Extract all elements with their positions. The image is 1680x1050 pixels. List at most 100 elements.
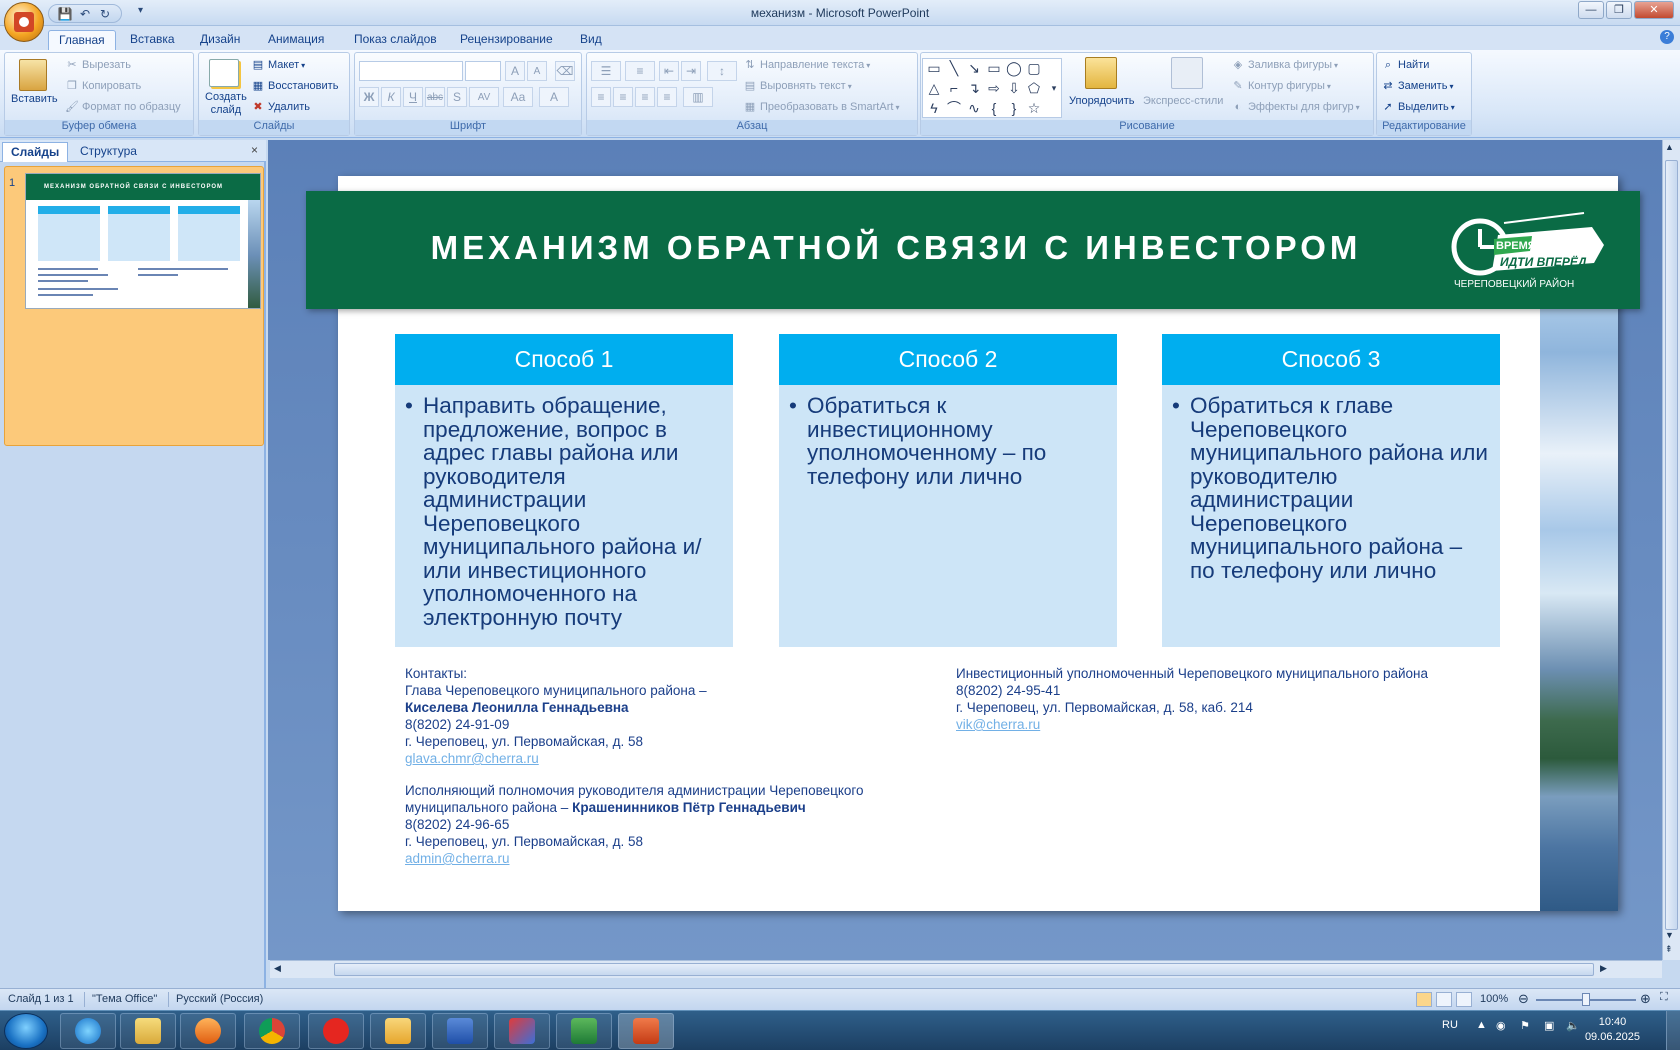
contacts-right[interactable]: Инвестиционный уполномоченный Череповецк…: [956, 665, 1476, 733]
chrome-taskbar-icon[interactable]: [244, 1013, 300, 1049]
arc-shape-icon[interactable]: ⌒: [945, 99, 963, 117]
tab-animation[interactable]: Анимация: [258, 30, 334, 50]
curve-shape-icon[interactable]: ∿: [965, 99, 983, 117]
shadow-button[interactable]: S: [447, 87, 467, 107]
line-spacing-icon[interactable]: ↕: [707, 61, 737, 81]
show-desktop-button[interactable]: [1666, 1011, 1680, 1050]
contacts-left[interactable]: Контакты: Глава Череповецкого муниципаль…: [405, 665, 925, 867]
help-icon[interactable]: ?: [1660, 30, 1674, 44]
tab-design[interactable]: Дизайн: [190, 30, 250, 50]
language[interactable]: Русский (Россия): [176, 993, 263, 1005]
shapes-gallery[interactable]: ▭ ╲ ↘ ▭ ◯ ▢ △ ⌐ ↴ ⇨ ⇩ ⬠ ϟ ⌒ ∿ { } ☆ ▾: [922, 58, 1062, 118]
italic-button[interactable]: К: [381, 87, 401, 107]
new-slide-button[interactable]: Создать слайд: [205, 91, 247, 117]
scroll-up-icon[interactable]: ▲: [1665, 142, 1674, 152]
vertical-scroll-thumb[interactable]: [1665, 160, 1678, 930]
decrease-indent-icon[interactable]: ⇤: [659, 61, 679, 81]
zoom-slider-knob[interactable]: [1582, 993, 1590, 1006]
font-name-combo[interactable]: [359, 61, 463, 81]
network-tray-icon[interactable]: ◉: [1496, 1019, 1506, 1032]
select-button[interactable]: ➚ Выделить ▾: [1381, 101, 1454, 113]
increase-indent-icon[interactable]: ⇥: [681, 61, 701, 81]
close-button[interactable]: ✕: [1634, 1, 1674, 19]
fit-to-window-icon[interactable]: ⛶: [1660, 991, 1668, 1004]
delete-slide-button[interactable]: ✖ Удалить: [251, 101, 310, 113]
arrange-button[interactable]: Упорядочить: [1069, 95, 1134, 107]
excel-taskbar-icon[interactable]: [556, 1013, 612, 1049]
horizontal-scroll-thumb[interactable]: [334, 963, 1594, 976]
quick-styles-button[interactable]: Экспресс-стили: [1143, 95, 1223, 107]
media-player-taskbar-icon[interactable]: [180, 1013, 236, 1049]
reset-button[interactable]: ▦ Восстановить: [251, 80, 339, 92]
shrink-font-button[interactable]: A: [527, 61, 547, 81]
underline-button[interactable]: Ч: [403, 87, 423, 107]
start-button[interactable]: [4, 1013, 48, 1049]
right-arrow-shape-icon[interactable]: ⇨: [985, 79, 1003, 97]
method-column-2[interactable]: Способ 2 Обратиться к инвестиционному уп…: [779, 334, 1117, 647]
slideshow-view-icon[interactable]: [1456, 992, 1472, 1007]
word-taskbar-icon[interactable]: [432, 1013, 488, 1049]
normal-view-icon[interactable]: [1416, 992, 1432, 1007]
zoom-out-icon[interactable]: ⊖: [1518, 991, 1529, 1007]
line-shape-icon[interactable]: ╲: [945, 59, 963, 77]
bullets-icon[interactable]: ☰: [591, 61, 621, 81]
numbering-icon[interactable]: ≡: [625, 61, 655, 81]
language-indicator[interactable]: RU: [1442, 1019, 1458, 1031]
down-arrow-shape-icon[interactable]: ⇩: [1005, 79, 1023, 97]
method-column-1[interactable]: Способ 1 Направить обращение, предложени…: [395, 334, 733, 647]
head-email-link[interactable]: glava.chmr@cherra.ru: [405, 750, 925, 767]
oval-shape-icon[interactable]: ◯: [1005, 59, 1023, 77]
tab-view[interactable]: Вид: [570, 30, 612, 50]
slide-sorter-icon[interactable]: [1436, 992, 1452, 1007]
office-button[interactable]: [4, 2, 44, 42]
change-case-button[interactable]: Aa: [503, 87, 533, 107]
right-brace-icon[interactable]: }: [1005, 99, 1023, 117]
find-button[interactable]: ⌕ Найти: [1381, 59, 1429, 71]
monitor-tray-icon[interactable]: ▣: [1544, 1019, 1554, 1032]
strikethrough-button[interactable]: abc: [425, 87, 445, 107]
columns-icon[interactable]: ▥: [683, 87, 713, 107]
align-left-icon[interactable]: ≡: [591, 87, 611, 107]
textbox-shape-icon[interactable]: ▭: [925, 59, 943, 77]
volume-tray-icon[interactable]: 🔈: [1566, 1019, 1580, 1032]
cut-button[interactable]: ✂ Вырезать: [65, 59, 131, 71]
horizontal-scrollbar[interactable]: ◀ ▶: [270, 960, 1662, 978]
tab-slides-pane[interactable]: Слайды: [2, 142, 69, 162]
close-icon[interactable]: ×: [251, 143, 258, 157]
align-text-button[interactable]: ▤ Выровнять текст ▾: [743, 80, 852, 92]
shape-effects-button[interactable]: ◐ Эффекты для фигур ▾: [1231, 101, 1360, 113]
flag-tray-icon[interactable]: ⚑: [1520, 1019, 1530, 1032]
copy-button[interactable]: ❐ Копировать: [65, 80, 141, 92]
minimize-button[interactable]: —: [1578, 1, 1604, 19]
paste-button[interactable]: Вставить: [11, 93, 58, 105]
align-right-icon[interactable]: ≡: [635, 87, 655, 107]
restore-button[interactable]: ❐: [1606, 1, 1632, 19]
ie-taskbar-icon[interactable]: [60, 1013, 116, 1049]
anydesk-taskbar-icon[interactable]: [494, 1013, 550, 1049]
shape-outline-button[interactable]: ✎ Контур фигуры ▾: [1231, 80, 1331, 92]
scroll-left-icon[interactable]: ◀: [274, 963, 281, 974]
method-column-3[interactable]: Способ 3 Обратиться к главе Череповецког…: [1162, 334, 1500, 647]
admin-email-link[interactable]: admin@cherra.ru: [405, 850, 925, 867]
layout-button[interactable]: ▤ Макет ▾: [251, 59, 305, 71]
outlook-taskbar-icon[interactable]: [370, 1013, 426, 1049]
replace-button[interactable]: ⇄ Заменить ▾: [1381, 80, 1453, 92]
grow-font-button[interactable]: A: [505, 61, 525, 81]
slide-thumbnail[interactable]: МЕХАНИЗМ ОБРАТНОЙ СВЯЗИ С ИНВЕСТОРОМ: [25, 173, 261, 309]
clock[interactable]: 10:40 09.06.2025: [1585, 1015, 1640, 1045]
char-spacing-button[interactable]: AV: [469, 87, 499, 107]
tab-insert[interactable]: Вставка: [120, 30, 185, 50]
investment-officer-email-link[interactable]: vik@cherra.ru: [956, 716, 1476, 733]
gallery-more-icon[interactable]: ▾: [1045, 79, 1063, 97]
tab-home[interactable]: Главная: [48, 30, 116, 50]
zoom-level[interactable]: 100%: [1480, 993, 1508, 1005]
slide-thumbnail-selected[interactable]: 1 МЕХАНИЗМ ОБРАТНОЙ СВЯЗИ С ИНВЕСТОРОМ: [4, 166, 264, 446]
format-painter-button[interactable]: 🖌 Формат по образцу: [65, 101, 181, 113]
scroll-right-icon[interactable]: ▶: [1600, 963, 1607, 974]
smartart-button[interactable]: ▦ Преобразовать в SmartArt ▾: [743, 101, 900, 113]
left-brace-icon[interactable]: {: [985, 99, 1003, 117]
font-size-combo[interactable]: [465, 61, 501, 81]
star-shape-icon[interactable]: ☆: [1025, 99, 1043, 117]
yandex-taskbar-icon[interactable]: [308, 1013, 364, 1049]
text-direction-button[interactable]: ⇅ Направление текста ▾: [743, 59, 870, 71]
